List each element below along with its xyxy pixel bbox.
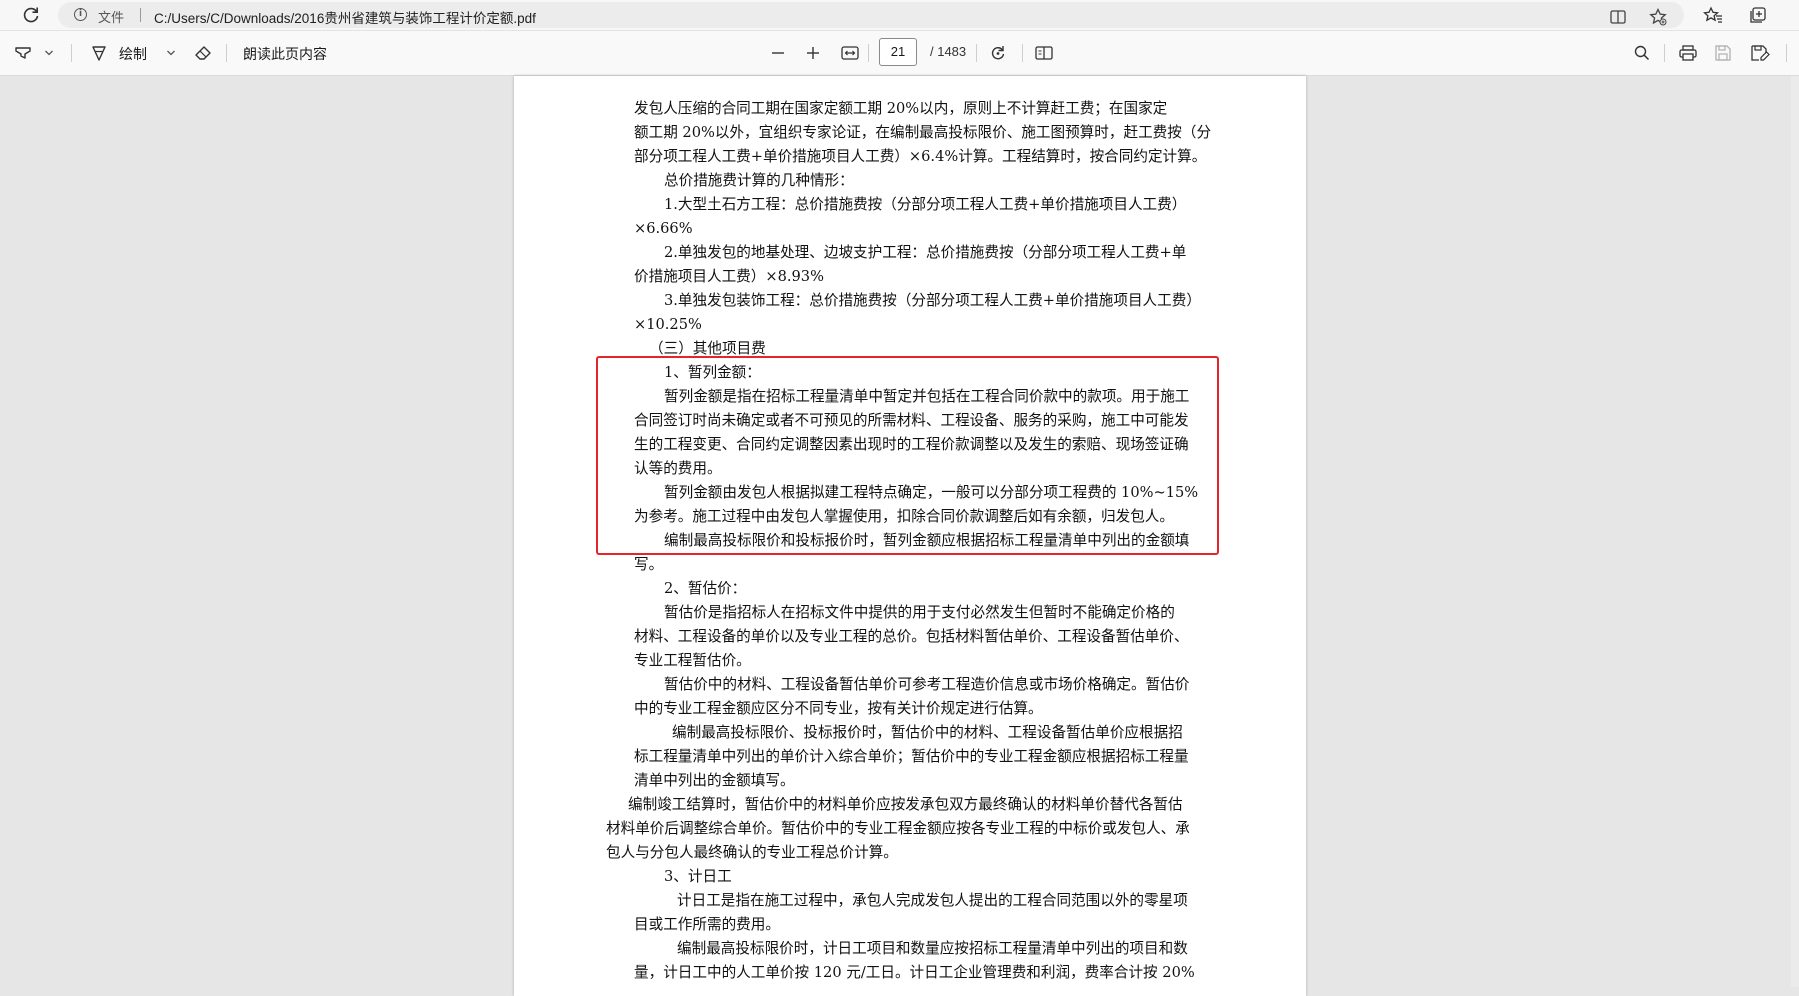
draw-icon[interactable] [90,43,108,63]
document-text-line: ×6.66% [634,220,693,237]
toolbar-divider [1786,44,1787,62]
document-text-line: 暂列金额由发包人根据拟建工程特点确定，一般可以分部分项工程费的 10%~15% [664,484,1199,501]
document-text-line: ×10.25% [634,316,702,333]
toolbar-divider [868,44,869,62]
url-divider [140,8,141,22]
url-text[interactable]: C:/Users/C/Downloads/2016贵州省建筑与装饰工程计价定额.… [154,7,536,27]
document-text-line: 暂估价是指招标人在招标文件中提供的用于支付必然发生但暂时不能确定价格的 [664,604,1175,621]
document-text-line: 包人与分包人最终确认的专业工程总价计算。 [606,844,898,861]
file-protocol-label: 文件 [98,10,125,25]
zoom-in-icon[interactable] [805,43,821,63]
document-text-line: 1.大型土石方工程：总价措施费按（分部分项工程人工费+单价措施项目人工费） [664,196,1187,213]
document-text-line: 2.单独发包的地基处理、边坡支护工程：总价措施费按（分部分项工程人工费+单 [664,244,1187,261]
document-text-line: 材料、工程设备的单价以及专业工程的总价。包括材料暂估单价、工程设备暂估单价、 [634,628,1189,645]
document-text-line: 量，计日工中的人工单价按 120 元/工日。计日工企业管理费和利润，费率合计按 … [634,964,1195,981]
save-as-icon[interactable] [1750,43,1770,63]
document-text-line: 写。 [634,556,664,573]
toolbar-divider [71,44,72,62]
favorite-star-icon[interactable] [1648,7,1668,27]
eraser-icon[interactable] [194,43,212,63]
document-text-line: 1、暂列金额： [664,364,761,381]
search-icon[interactable] [1633,43,1651,63]
document-text-line: 认等的费用。 [634,460,722,477]
browser-address-bar: i 文件 C:/Users/C/Downloads/2016贵州省建筑与装饰工程… [0,0,1799,31]
highlight-icon[interactable] [14,43,32,63]
chevron-down-icon[interactable] [166,43,176,63]
rotate-icon[interactable] [989,43,1007,63]
print-icon[interactable] [1678,43,1698,63]
document-text-line: 编制竣工结算时，暂估价中的材料单价应按发承包双方最终确认的材料单价替代各暂估 [628,796,1183,813]
document-text-line: 3.单独发包装饰工程：总价措施费按（分部分项工程人工费+单价措施项目人工费） [664,292,1201,309]
page-total-count: / 1483 [930,44,967,59]
document-text-line: 暂列金额是指在招标工程量清单中暂定并包括在工程合同价款中的款项。用于施工 [664,388,1190,405]
document-text-line: 目或工作所需的费用。 [634,916,780,933]
favorites-icon[interactable] [1703,5,1723,25]
document-text-line: 清单中列出的金额填写。 [634,772,795,789]
pdf-page: 发包人压缩的合同工期在国家定额工期 20%以内，原则上不计算赶工费；在国家定额工… [514,76,1306,996]
document-text-line: 计日工是指在施工过程中，承包人完成发包人提出的工程合同范围以外的零星项 [677,892,1188,909]
document-text-line: 额工期 20%以外，宜组织专家论证，在编制最高投标限价、施工图预算时，赶工费按（… [634,124,1212,141]
read-aloud-button[interactable]: 朗读此页内容 [243,44,327,64]
document-text-line: 编制最高投标限价时，计日工项目和数量应按招标工程量清单中列出的项目和数 [677,940,1188,957]
collections-icon[interactable] [1748,5,1768,25]
reload-icon[interactable] [20,4,42,26]
draw-label[interactable]: 绘制 [119,44,147,64]
url-field[interactable]: i 文件 C:/Users/C/Downloads/2016贵州省建筑与装饰工程… [58,2,1684,28]
document-text-line: 标工程量清单中列出的单价计入综合单价；暂估价中的专业工程金额应根据招标工程量 [634,748,1189,765]
fit-to-width-icon[interactable] [840,43,860,63]
document-text-line: 生的工程变更、合同约定调整因素出现时的工程价款调整以及发生的索赔、现场签证确 [634,436,1189,453]
document-text-line: 发包人压缩的合同工期在国家定额工期 20%以内，原则上不计算赶工费；在国家定 [634,100,1168,117]
document-text-line: 材料单价后调整综合单价。暂估价中的专业工程金额应按各专业工程的中标价或发包人、承 [606,820,1190,837]
document-text-line: 暂估价中的材料、工程设备暂估单价可参考工程造价信息或市场价格确定。暂估价 [664,676,1190,693]
document-text-line: 编制最高投标限价和投标报价时，暂列金额应根据招标工程量清单中列出的金额填 [664,532,1190,549]
toolbar-divider [1022,44,1023,62]
document-text-line: 编制最高投标限价、投标报价时，暂估价中的材料、工程设备暂估单价应根据招 [672,724,1183,741]
toolbar-divider [1664,44,1665,62]
pdf-document-view[interactable]: 发包人压缩的合同工期在国家定额工期 20%以内，原则上不计算赶工费；在国家定额工… [0,76,1799,996]
page-view-icon[interactable] [1034,43,1054,63]
document-text-line: 3、计日工 [664,868,732,885]
document-text-line: 价措施项目人工费）×8.93% [634,268,824,285]
document-text-line: 中的专业工程金额应区分不同专业，按有关计价规定进行估算。 [634,700,1043,717]
document-text-line: 合同签订时尚未确定或者不可预见的所需材料、工程设备、服务的采购，施工中可能发 [634,412,1189,429]
reader-view-icon[interactable] [1608,7,1628,27]
page-number-input[interactable]: 21 [879,38,917,66]
document-text-line: 总价措施费计算的几种情形： [664,172,854,189]
toolbar-divider [226,44,227,62]
zoom-out-icon[interactable] [770,43,786,63]
document-text-line: 为参考。施工过程中由发包人掌握使用，扣除合同价款调整后如有余额，归发包人。 [634,508,1174,525]
document-text-line: 2、暂估价： [664,580,747,597]
chevron-down-icon[interactable] [44,43,54,63]
save-icon[interactable] [1714,43,1732,63]
document-text-line: 部分项工程人工费+单价措施项目人工费）×6.4%计算。工程结算时，按合同约定计算… [634,148,1207,165]
document-text-line: （三）其他项目费 [649,340,766,357]
toolbar-divider [976,44,977,62]
vertical-scrollbar[interactable] [1791,76,1799,987]
document-text-line: 专业工程暂估价。 [634,652,751,669]
pdf-toolbar: 绘制 朗读此页内容 21 / 1483 [0,31,1799,76]
info-icon[interactable]: i [74,8,87,21]
